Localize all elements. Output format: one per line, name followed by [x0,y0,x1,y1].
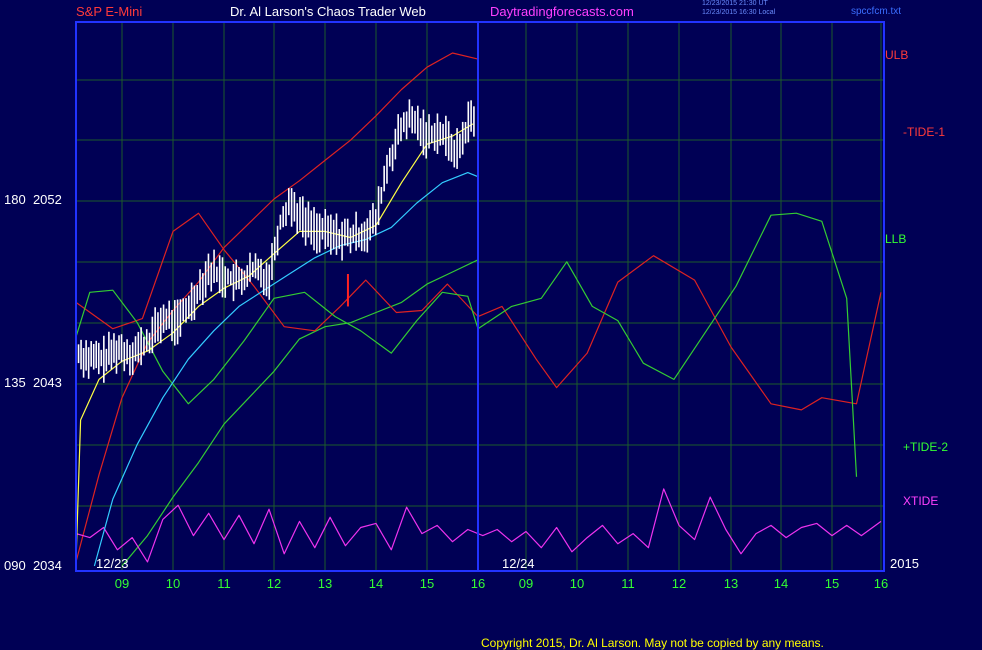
x-tick-label: 14 [368,576,384,591]
x-tick-label: 16 [470,576,486,591]
instrument-title: S&P E-Mini [76,4,143,19]
label-tide-1: -TIDE-1 [903,125,945,139]
site-name: Daytradingforecasts.com [490,4,634,19]
update-local: 12/23/2015 16:30 Local [702,9,776,16]
page-title: Dr. Al Larson's Chaos Trader Web [230,4,426,19]
x-tick-label: 09 [114,576,130,591]
y-label-mid: 135 2043 [4,375,62,390]
x-tick-label: 13 [317,576,333,591]
x-tick-label: 09 [518,576,534,591]
price-bars [75,99,479,383]
date-label-1224: 12/24 [502,556,535,571]
label-llb: LLB [885,232,907,246]
x-tick-label: 15 [824,576,840,591]
data-file-name: spccfcm.txt [851,6,902,17]
forecast-chart [75,21,885,572]
x-tick-label: 11 [621,576,635,591]
label-ulb: ULB [885,48,909,62]
x-tick-label: 15 [419,576,435,591]
x-tick-label: 16 [873,576,889,591]
series-line--tide-2 [75,212,858,477]
copyright-notice: Copyright 2015, Dr. Al Larson. May not b… [481,636,824,650]
x-tick-label: 12 [266,576,282,591]
x-tick-label: 12 [671,576,687,591]
x-tick-label: 13 [723,576,739,591]
x-tick-label: 10 [569,576,585,591]
update-ut: 12/23/2015 21:30 UT [702,0,768,7]
x-tick-label: 11 [217,576,231,591]
series-line-ma-slow [93,172,479,567]
x-tick-label: 14 [773,576,789,591]
year-label: 2015 [890,556,919,571]
y-label-top: 180 2052 [4,192,62,207]
label-tide-2: +TIDE-2 [903,440,949,454]
date-label-1223: 12/23 [96,556,129,571]
x-tick-label: 10 [165,576,181,591]
y-label-bottom: 090 2034 [4,558,62,573]
label-xtide: XTIDE [903,494,939,508]
